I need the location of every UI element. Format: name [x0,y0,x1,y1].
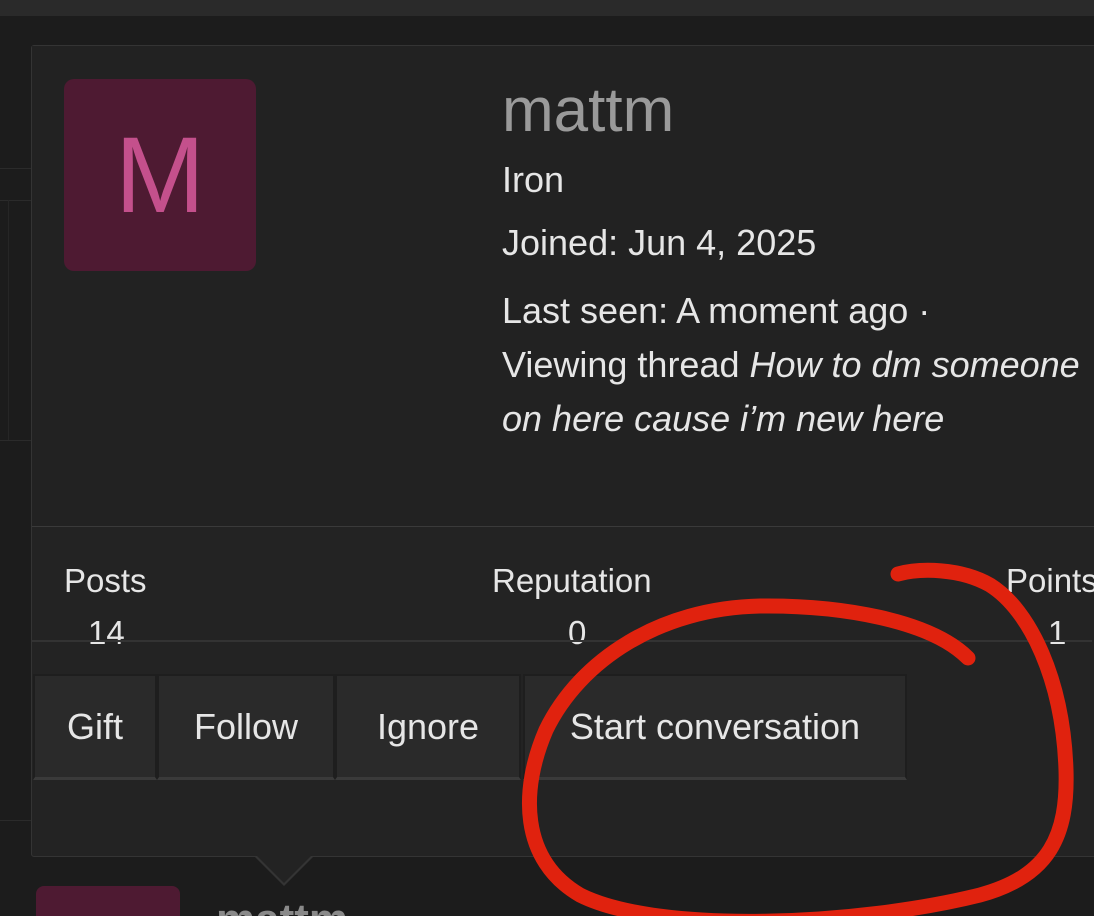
post-avatar[interactable] [36,886,180,916]
member-header: M mattm Iron Joined: Jun 4, 2025 Last se… [32,46,1094,527]
points-value: 1 [1048,614,1067,651]
joined-info: Joined: Jun 4, 2025 [502,222,816,264]
page: M mattm Iron Joined: Jun 4, 2025 Last se… [0,0,1094,916]
gift-button[interactable]: Gift [33,674,157,780]
avatar[interactable]: M [64,79,256,271]
joined-label: Joined: [502,222,619,263]
avatar-letter: M [115,114,205,235]
stat-posts: Posts 14 [64,562,147,652]
username-link[interactable]: mattm [502,74,674,148]
follow-button[interactable]: Follow [157,674,335,780]
start-conversation-button[interactable]: Start conversation [523,674,907,780]
post-username[interactable]: mattm [216,898,348,916]
member-actions: Gift Follow Ignore Start conversation [33,674,907,780]
reputation-value: 0 [568,614,587,651]
card-pointer-fill [256,855,312,883]
last-seen-value: A moment ago · [676,290,931,331]
posts-value[interactable]: 14 [64,614,147,652]
background-divider [8,200,9,440]
activity-prefix: Viewing thread [502,344,740,385]
posts-label: Posts [64,562,147,599]
stat-reputation: Reputation 0 [492,562,652,652]
reputation-label: Reputation [492,562,652,599]
stat-points: Points 1 [1006,562,1094,652]
joined-date: Jun 4, 2025 [628,222,817,263]
stats-divider [32,640,1092,642]
user-rank: Iron [502,159,565,200]
top-bar [0,0,1094,16]
ignore-button[interactable]: Ignore [335,674,521,780]
member-stats: Posts 14 Reputation 0 Points 1 [32,526,1094,686]
last-seen-label: Last seen: [502,290,669,331]
points-label: Points [1006,562,1094,599]
last-seen-info: Last seen: A moment ago · Viewing thread… [502,284,1094,446]
